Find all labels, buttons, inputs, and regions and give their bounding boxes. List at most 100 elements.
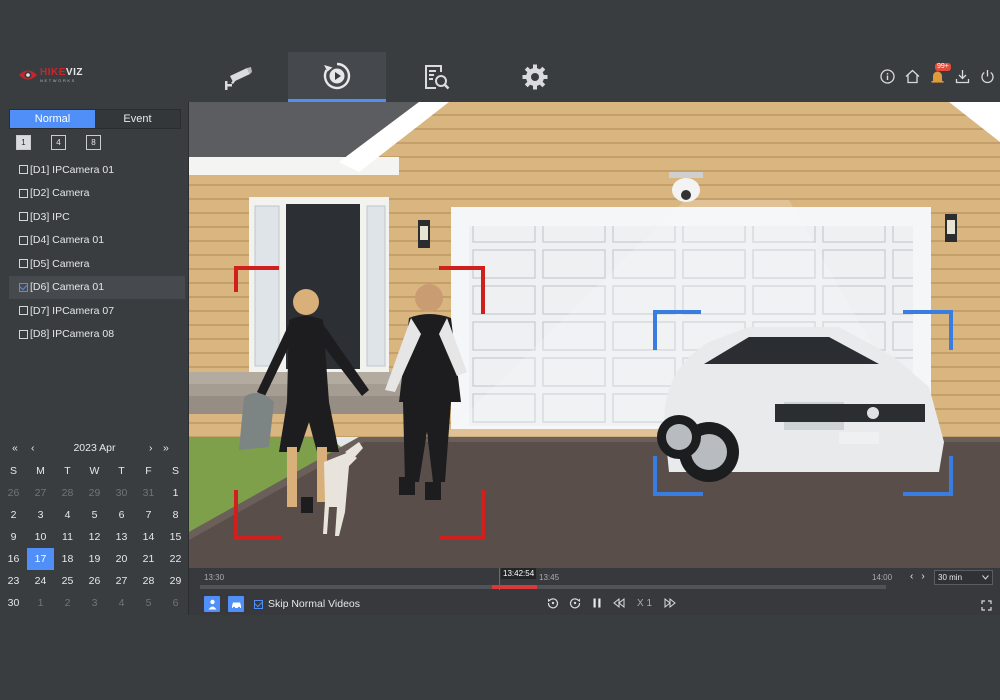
home-button[interactable] <box>904 68 921 85</box>
calendar-day[interactable]: 4 <box>54 504 81 526</box>
calendar-day[interactable]: 9 <box>0 526 27 548</box>
calendar-day[interactable]: 19 <box>81 548 108 570</box>
split-8-button[interactable]: 8 <box>86 135 101 150</box>
calendar-day[interactable]: 5 <box>81 504 108 526</box>
checkbox[interactable] <box>19 165 28 175</box>
calendar-day[interactable]: 2 <box>54 592 81 614</box>
file-search-icon <box>425 65 450 90</box>
calendar-day[interactable]: 28 <box>135 570 162 592</box>
checkbox[interactable] <box>19 188 28 198</box>
calendar-day[interactable]: 31 <box>135 482 162 504</box>
tab-event[interactable]: Event <box>95 110 180 128</box>
calendar-day[interactable]: 15 <box>162 526 189 548</box>
tab-playback[interactable] <box>288 52 386 102</box>
calendar-day[interactable]: 29 <box>162 570 189 592</box>
calendar-day[interactable]: 30 <box>108 482 135 504</box>
calendar-day[interactable]: 29 <box>81 482 108 504</box>
calendar-day[interactable]: 4 <box>108 592 135 614</box>
calendar-day[interactable]: 10 <box>27 526 54 548</box>
camera-item[interactable]: [D1] IPCamera 01 <box>9 158 185 182</box>
checkbox[interactable] <box>19 306 28 316</box>
tab-live-view[interactable] <box>189 52 287 102</box>
camera-label: [D6] Camera 01 <box>30 281 105 294</box>
checkbox-checked[interactable] <box>254 599 263 609</box>
calendar-day[interactable]: 13 <box>108 526 135 548</box>
timeline-track[interactable] <box>200 585 886 589</box>
tab-settings[interactable] <box>486 52 584 102</box>
calendar-day[interactable]: 16 <box>0 548 27 570</box>
calendar-day[interactable]: 11 <box>54 526 81 548</box>
calendar-day[interactable]: 24 <box>27 570 54 592</box>
calendar-day[interactable]: 22 <box>162 548 189 570</box>
power-button[interactable] <box>979 68 996 85</box>
calendar-day[interactable]: 20 <box>108 548 135 570</box>
checkbox[interactable] <box>19 235 28 245</box>
calendar-day[interactable]: 26 <box>0 482 27 504</box>
calendar-day[interactable]: 7 <box>135 504 162 526</box>
calendar-day[interactable]: 2 <box>0 504 27 526</box>
split-1-button[interactable]: 1 <box>16 135 31 150</box>
speed-up-button[interactable] <box>664 597 676 609</box>
calendar-day[interactable]: 3 <box>81 592 108 614</box>
split-4-button[interactable]: 4 <box>51 135 66 150</box>
calendar-day[interactable]: 12 <box>81 526 108 548</box>
calendar-day[interactable]: 23 <box>0 570 27 592</box>
info-button[interactable] <box>879 68 896 85</box>
calendar-day[interactable]: 27 <box>108 570 135 592</box>
video-playback-view[interactable] <box>189 102 1000 568</box>
camera-item[interactable]: [D2] Camera <box>9 182 185 206</box>
camera-item[interactable]: [D4] Camera 01 <box>9 229 185 253</box>
calendar-day-selected[interactable]: 17 <box>27 548 54 570</box>
calendar-day[interactable]: 6 <box>162 592 189 614</box>
human-filter-button[interactable] <box>204 596 220 612</box>
calendar-day[interactable]: 3 <box>27 504 54 526</box>
calendar-day[interactable]: 27 <box>27 482 54 504</box>
prev-month-button[interactable]: ‹ <box>31 442 35 454</box>
calendar-day[interactable]: 8 <box>162 504 189 526</box>
timeline-next-button[interactable]: › <box>921 571 924 582</box>
skip-normal-videos[interactable]: Skip Normal Videos <box>254 598 360 610</box>
calendar-day[interactable]: 5 <box>135 592 162 614</box>
next-month-button[interactable]: › <box>149 442 153 454</box>
slow-down-button[interactable] <box>613 597 625 609</box>
checkbox-checked[interactable] <box>19 282 28 292</box>
camera-item[interactable]: [D8] IPCamera 08 <box>9 323 185 347</box>
fullscreen-button[interactable] <box>981 598 992 611</box>
tab-file-search[interactable] <box>387 52 485 102</box>
forward-30s-button[interactable] <box>569 597 581 609</box>
calendar-day[interactable]: 26 <box>81 570 108 592</box>
calendar-day[interactable]: 1 <box>162 482 189 504</box>
camera-item[interactable]: [D7] IPCamera 07 <box>9 299 185 323</box>
tab-normal[interactable]: Normal <box>10 110 95 128</box>
next-year-button[interactable]: » <box>163 442 169 454</box>
vehicle-filter-button[interactable] <box>228 596 244 612</box>
camera-label: [D4] Camera 01 <box>30 234 105 247</box>
rewind-30s-button[interactable] <box>547 597 559 609</box>
camera-item[interactable]: [D3] IPC <box>9 205 185 229</box>
vehicle-icon <box>231 602 241 609</box>
calendar-day[interactable]: 28 <box>54 482 81 504</box>
pause-icon <box>593 598 601 608</box>
timeline-zoom-select[interactable]: 30 min <box>934 570 993 585</box>
calendar-day[interactable]: 1 <box>27 592 54 614</box>
playback-icon <box>323 62 351 89</box>
camera-item[interactable]: [D5] Camera <box>9 252 185 276</box>
timeline-cursor[interactable] <box>499 568 500 590</box>
checkbox[interactable] <box>19 329 28 339</box>
timeline-prev-button[interactable]: ‹ <box>910 571 913 582</box>
checkbox[interactable] <box>19 212 28 222</box>
download-button[interactable] <box>954 68 971 85</box>
calendar-day[interactable]: 14 <box>135 526 162 548</box>
camera-item-selected[interactable]: [D6] Camera 01 <box>9 275 185 299</box>
checkbox[interactable] <box>19 259 28 269</box>
prev-year-button[interactable]: « <box>12 442 18 454</box>
pause-button[interactable] <box>591 597 603 609</box>
alarm-button[interactable]: 99+ <box>929 63 951 85</box>
playback-buttons: X 1 <box>547 597 676 609</box>
fullscreen-icon <box>981 600 992 611</box>
calendar-day[interactable]: 25 <box>54 570 81 592</box>
calendar-day[interactable]: 6 <box>108 504 135 526</box>
calendar-day[interactable]: 21 <box>135 548 162 570</box>
calendar-day[interactable]: 18 <box>54 548 81 570</box>
calendar-day[interactable]: 30 <box>0 592 27 614</box>
